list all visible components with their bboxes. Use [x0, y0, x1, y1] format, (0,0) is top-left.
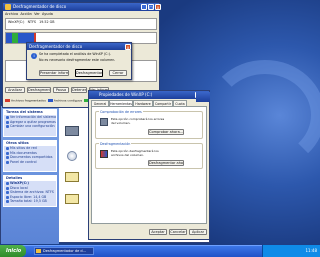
dialog-message: Se ha completado el análisis de WinXP (C…	[39, 52, 111, 56]
legend-contiguous: Archivos contiguos	[53, 98, 83, 103]
legend-fragmented: Archivos fragmentados	[11, 98, 46, 103]
group-text: Esta opción comprobará los errores del v…	[111, 117, 165, 125]
clock[interactable]: 11:48	[305, 248, 317, 253]
maximize-button[interactable]: □	[148, 4, 154, 10]
properties-titlebar: Propiedades de WinXP (C:)	[89, 91, 209, 99]
background-window-edge	[196, 92, 210, 102]
volume-list[interactable]: WinXP(C:) NTFS 19.52 GB	[5, 18, 157, 30]
volume-capacity: 19.52 GB	[39, 20, 55, 24]
volume-fs: NTFS	[27, 20, 37, 24]
dialog-title: Desfragmentador de disco	[29, 44, 83, 49]
panel-other-places: Otros sitios Mis sitios de red Mis docum…	[3, 140, 57, 172]
group-error-check: Comprobación de errores Esta opción comp…	[95, 110, 203, 139]
defrag-taskbar-icon	[36, 249, 41, 253]
cancel-button[interactable]: Cancelar	[169, 229, 187, 235]
group-defrag: Desfragmentación Esta opción desfragment…	[95, 142, 203, 169]
defrag-now-button[interactable]: Desfragmentar ahora...	[148, 160, 184, 166]
task-change-setting[interactable]: Cambiar una configuración	[4, 124, 56, 129]
defragment-button[interactable]: Desfragmentar	[27, 87, 51, 93]
group-text: Esta opción desfragmentará los archivos …	[111, 149, 159, 157]
explorer-sidebar: Tareas del sistema Ver información del s…	[1, 106, 59, 244]
menu-ayuda[interactable]: Ayuda	[42, 12, 53, 16]
menu-archivo[interactable]: Archivo	[5, 12, 18, 16]
analysis-dialog: Desfragmentador de disco x i Se ha compl…	[26, 42, 132, 80]
defrag-app-icon	[5, 4, 11, 10]
show-report-button[interactable]: Presentar informe	[39, 70, 69, 76]
start-button[interactable]: Inicio	[0, 245, 26, 257]
folder-icon[interactable]	[65, 194, 79, 204]
menu-ver[interactable]: Ver	[34, 12, 40, 16]
stop-button[interactable]: Detener	[71, 87, 87, 93]
group-title: Comprobación de errores	[99, 110, 143, 114]
close-button[interactable]: x	[155, 4, 161, 10]
minimize-button[interactable]: _	[141, 4, 147, 10]
legend-swatch	[5, 99, 10, 102]
analyze-button[interactable]: Analizar	[5, 87, 25, 93]
start-label: Inicio	[6, 248, 22, 254]
legend-swatch	[47, 99, 53, 102]
check-now-button[interactable]: Comprobar ahora...	[148, 129, 184, 135]
panel-system-tasks: Tareas del sistema Ver información del s…	[3, 109, 57, 137]
dialog-submessage: No es necesario desfragmentar este volum…	[39, 58, 116, 62]
wallpaper-swirl	[205, 60, 320, 170]
place-control-panel[interactable]: Panel de control	[4, 160, 56, 165]
properties-window: Propiedades de WinXP (C:) ? x General He…	[88, 90, 210, 240]
menu-accion[interactable]: Acción	[20, 12, 32, 16]
system-tray: 11:48	[262, 245, 320, 257]
dialog-close-text-button[interactable]: Cerrar	[109, 70, 127, 76]
volume-name: WinXP(C:)	[8, 20, 25, 24]
info-icon: i	[31, 53, 37, 59]
taskbar-item-label: Desfragmentador de d...	[43, 249, 86, 253]
taskbar-item-defrag[interactable]: Desfragmentador de d...	[34, 247, 94, 255]
panel-details: Detalles WinXP(C:) Disco local Sistema d…	[3, 175, 57, 207]
defrag-icon	[100, 150, 108, 158]
folder-icon[interactable]	[65, 172, 79, 182]
cd-drive-icon[interactable]	[67, 151, 77, 161]
group-title: Desfragmentación	[99, 142, 132, 146]
menu-bar: Archivo Acción Ver Ayuda	[5, 12, 53, 16]
dialog-close-button[interactable]: x	[125, 43, 131, 50]
check-disk-icon	[100, 118, 108, 126]
hard-drive-icon[interactable]	[65, 126, 79, 136]
detail-total: Tamaño total: 19,5 GB	[4, 199, 56, 204]
dialog-defragment-button[interactable]: Desfragmentar	[75, 69, 103, 77]
ok-button[interactable]: Aceptar	[149, 229, 167, 235]
dialog-titlebar: Desfragmentador de disco	[27, 43, 131, 50]
defrag-titlebar: Desfragmentador de disco	[3, 3, 159, 11]
tab-panel: Comprobación de errores Esta opción comp…	[91, 106, 207, 224]
window-title: Propiedades de WinXP (C:)	[99, 92, 153, 97]
pause-button[interactable]: Pausa	[53, 87, 69, 93]
apply-button[interactable]: Aplicar	[189, 229, 207, 235]
window-title: Desfragmentador de disco	[13, 4, 67, 9]
